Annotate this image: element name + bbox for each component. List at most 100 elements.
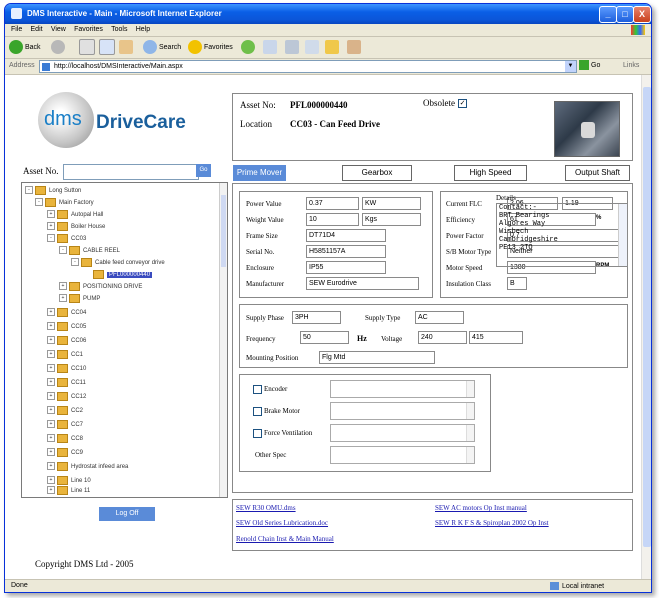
expand-icon[interactable]: +: [47, 336, 55, 345]
discuss-button[interactable]: [347, 39, 363, 56]
tree-node[interactable]: + CC1: [47, 349, 83, 361]
home-button[interactable]: [119, 39, 135, 56]
encoder-option[interactable]: Encoder: [253, 385, 287, 394]
menu-edit[interactable]: Edit: [31, 24, 43, 36]
collapse-icon[interactable]: -: [47, 234, 55, 243]
tab-output-shaft[interactable]: Output Shaft: [565, 165, 630, 181]
weight-unit-field[interactable]: Kgs: [362, 213, 421, 226]
force-ventilation-text[interactable]: [330, 424, 475, 442]
refresh-button[interactable]: [99, 39, 117, 56]
tree-node[interactable]: + POSITIONING DRIVE: [59, 281, 142, 293]
force-ventilation-option[interactable]: Force Ventilation: [253, 429, 312, 438]
weight-value-field[interactable]: 10: [306, 213, 359, 226]
expand-icon[interactable]: +: [47, 448, 55, 457]
document-link[interactable]: Renold Chain Inst & Main Manual: [236, 535, 334, 543]
supply-phase-field[interactable]: 3PH: [292, 311, 341, 324]
expand-icon[interactable]: +: [59, 282, 67, 291]
asset-search-go-button[interactable]: Go: [196, 164, 211, 177]
document-link[interactable]: SEW AC motors Op Inst manual: [435, 504, 527, 512]
supply-type-field[interactable]: AC: [415, 311, 464, 324]
tree-node[interactable]: + CC04: [47, 307, 86, 319]
search-button[interactable]: Search: [143, 39, 181, 56]
expand-icon[interactable]: +: [47, 322, 55, 331]
folder-button[interactable]: [325, 39, 341, 56]
collapse-icon[interactable]: -: [59, 246, 67, 255]
enclosure-field[interactable]: IP55: [306, 261, 386, 274]
maximize-button[interactable]: □: [616, 6, 634, 23]
brake-motor-checkbox[interactable]: [253, 407, 262, 416]
logoff-button[interactable]: Log Off: [99, 507, 155, 521]
asset-no-search-input[interactable]: [63, 164, 199, 180]
power-unit-field[interactable]: KW: [362, 197, 421, 210]
tree-node[interactable]: + CC10: [47, 363, 86, 375]
tab-gearbox[interactable]: Gearbox: [342, 165, 412, 181]
expand-icon[interactable]: +: [47, 350, 55, 359]
voltage-field-2[interactable]: 415: [469, 331, 523, 344]
menu-file[interactable]: File: [11, 24, 22, 36]
collapse-icon[interactable]: -: [71, 258, 79, 267]
brake-motor-option[interactable]: Brake Motor: [253, 407, 300, 416]
tree-node[interactable]: + Boiler House: [47, 221, 105, 233]
tree-node[interactable]: + Autopal Hall: [47, 209, 103, 221]
frequency-field[interactable]: 50: [300, 331, 349, 344]
edit-button[interactable]: [305, 39, 321, 56]
menu-tools[interactable]: Tools: [111, 24, 127, 36]
expand-icon[interactable]: +: [47, 434, 55, 443]
brake-motor-text[interactable]: [330, 402, 475, 420]
expand-icon[interactable]: +: [59, 294, 67, 303]
other-spec-text[interactable]: [330, 446, 475, 464]
tree-node[interactable]: + CC11: [47, 377, 86, 389]
tree-node[interactable]: - Cable feed conveyor drive: [71, 257, 165, 269]
back-button[interactable]: Back: [9, 39, 41, 56]
address-input[interactable]: http://localhost/DMSInteractive/Main.asp…: [39, 60, 577, 73]
expand-icon[interactable]: +: [47, 462, 55, 471]
tree-node[interactable]: + Line 11: [47, 485, 90, 497]
tree-node[interactable]: - CC03: [47, 233, 86, 245]
expand-icon[interactable]: +: [47, 308, 55, 317]
document-link[interactable]: SEW R K F S & Spiroplan 2002 Op Inst: [435, 519, 549, 527]
address-dropdown-icon[interactable]: ▼: [565, 61, 576, 72]
expand-icon[interactable]: +: [47, 406, 55, 415]
address-go-button[interactable]: Go: [579, 60, 600, 70]
collapse-icon[interactable]: -: [25, 186, 33, 195]
tree-node[interactable]: + CC9: [47, 447, 83, 459]
tab-high-speed[interactable]: High Speed: [454, 165, 527, 181]
links-button[interactable]: Links: [623, 62, 639, 69]
tree-node-selected[interactable]: PFL000000440: [93, 269, 153, 281]
minimize-button[interactable]: _: [599, 6, 617, 23]
mail-button[interactable]: [263, 39, 279, 56]
document-link[interactable]: SEW Old Series Lubrication.doc: [236, 519, 328, 527]
encoder-text[interactable]: [330, 380, 475, 398]
expand-icon[interactable]: +: [47, 486, 55, 495]
details-textarea[interactable]: Contact:- BRT Bearings Algores Way Wisbe…: [496, 203, 628, 267]
tree-node[interactable]: + CC7: [47, 419, 83, 431]
menu-view[interactable]: View: [51, 24, 66, 36]
tree-node[interactable]: - Main Factory: [35, 197, 94, 209]
details-scrollbar[interactable]: [618, 204, 627, 266]
frame-size-field[interactable]: DT71D4: [306, 229, 386, 242]
obsolete-checkbox[interactable]: ✓: [458, 99, 467, 109]
expand-icon[interactable]: +: [47, 476, 55, 485]
expand-icon[interactable]: +: [47, 420, 55, 429]
tab-prime-mover[interactable]: Prime Mover: [233, 165, 286, 181]
stop-button[interactable]: [79, 39, 97, 56]
forward-button[interactable]: [51, 39, 67, 56]
mounting-position-field[interactable]: Flg Mtd: [319, 351, 435, 364]
print-button[interactable]: [285, 39, 301, 56]
tree-scroll-thumb[interactable]: [221, 195, 226, 267]
tree-node[interactable]: + CC12: [47, 391, 86, 403]
expand-icon[interactable]: +: [47, 364, 55, 373]
expand-icon[interactable]: +: [47, 222, 55, 231]
page-scroll-thumb[interactable]: [643, 87, 651, 547]
tree-scrollbar[interactable]: [219, 183, 227, 497]
tree-node[interactable]: + CC05: [47, 321, 86, 333]
document-link[interactable]: SEW R30 OMU.dms: [236, 504, 296, 512]
collapse-icon[interactable]: -: [35, 198, 43, 207]
tree-node[interactable]: + CC06: [47, 335, 86, 347]
voltage-field-1[interactable]: 240: [418, 331, 467, 344]
expand-icon[interactable]: +: [47, 392, 55, 401]
insulation-class-field[interactable]: B: [507, 277, 527, 290]
power-value-field[interactable]: 0.37: [306, 197, 359, 210]
page-scrollbar[interactable]: [641, 75, 651, 579]
history-button[interactable]: [241, 39, 257, 56]
